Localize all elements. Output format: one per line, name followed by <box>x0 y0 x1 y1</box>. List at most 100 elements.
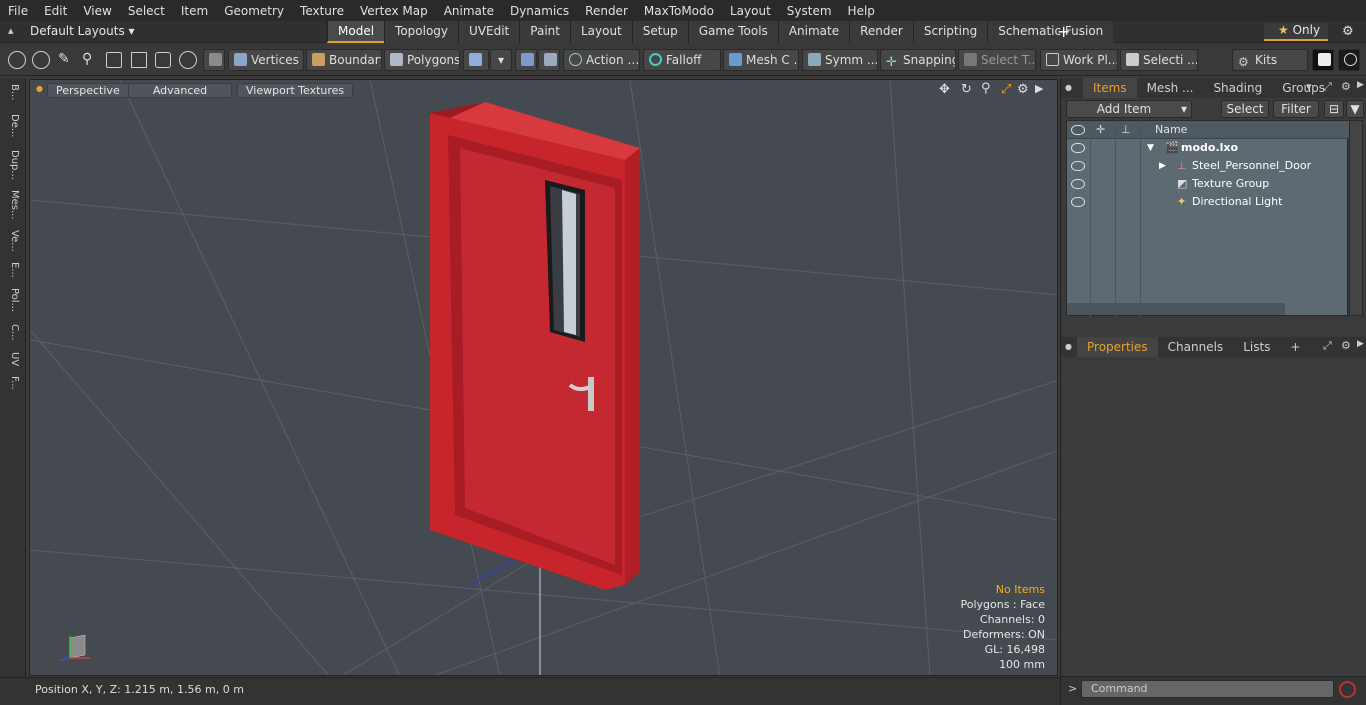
vertical-scrollbar[interactable] <box>1349 120 1363 316</box>
brush-icon[interactable]: ⚲ <box>82 51 96 69</box>
perspective-button[interactable]: Perspective <box>47 83 129 98</box>
menu-file[interactable]: File <box>0 4 36 18</box>
door-model[interactable] <box>430 102 640 590</box>
left-tab-curve[interactable]: C... <box>4 324 20 350</box>
tab-setup[interactable]: Setup <box>631 21 688 43</box>
left-tab-fusion[interactable]: F... <box>4 376 20 404</box>
add-tab-icon[interactable]: + <box>1057 22 1070 41</box>
move-view-icon[interactable]: ✥ <box>939 82 950 97</box>
menu-view[interactable]: View <box>75 4 119 18</box>
rotate-view-icon[interactable]: ↻ <box>961 82 972 97</box>
mode-dropdown[interactable]: ▾ <box>490 49 512 71</box>
mesh-mode-button[interactable] <box>203 49 225 71</box>
align-icon[interactable] <box>106 52 122 68</box>
symmetry-mode-button[interactable] <box>515 49 537 71</box>
add-item-button[interactable]: Add Item ▾ <box>1066 100 1192 118</box>
tree-row-mesh[interactable]: ▶ ⊥ Steel_Personnel_Door <box>1067 157 1349 175</box>
menu-edit[interactable]: Edit <box>36 4 75 18</box>
viewport-more-icon[interactable]: ▶ <box>1035 82 1043 95</box>
tab-mesh[interactable]: Mesh ... <box>1137 78 1204 98</box>
pen-icon[interactable]: ✎ <box>58 51 72 69</box>
left-tab-duplicate[interactable]: Dup... <box>4 150 20 188</box>
vertices-button[interactable]: Vertices <box>228 49 304 71</box>
eye-icon[interactable] <box>1071 179 1085 189</box>
panel-gear-icon[interactable]: ⚙ <box>1341 80 1351 93</box>
panel-more-icon[interactable]: ▶ <box>1357 80 1364 90</box>
menu-texture[interactable]: Texture <box>292 4 352 18</box>
3d-viewport[interactable]: ● Perspective Advanced Viewport Textures… <box>29 79 1058 676</box>
filter-button[interactable]: Filter <box>1273 100 1319 118</box>
collapse-button[interactable]: ⊟ <box>1324 100 1344 118</box>
left-tab-deform[interactable]: De... <box>4 114 20 148</box>
tab-render[interactable]: Render <box>849 21 913 43</box>
mesh-constraint-button[interactable]: Mesh C ... <box>723 49 799 71</box>
tab-scripting[interactable]: Scripting <box>912 21 988 43</box>
menu-vertex-map[interactable]: Vertex Map <box>352 4 436 18</box>
snapping-button[interactable]: ✛ Snapping <box>880 49 956 71</box>
funnel-button[interactable]: ▼ <box>1346 100 1364 118</box>
menu-select[interactable]: Select <box>120 4 173 18</box>
record-icon[interactable] <box>1339 681 1356 698</box>
left-tab-basic[interactable]: B... <box>4 84 20 110</box>
menu-geometry[interactable]: Geometry <box>216 4 292 18</box>
gear-icon[interactable]: ⚙ <box>1342 24 1354 39</box>
tab-shading[interactable]: Shading <box>1203 78 1272 98</box>
tab-topology[interactable]: Topology <box>384 21 459 43</box>
only-toggle[interactable]: ★ Only <box>1264 23 1328 41</box>
material-mode-button[interactable] <box>538 49 560 71</box>
tab-paint[interactable]: Paint <box>519 21 570 43</box>
cube-kit-button[interactable] <box>1312 49 1334 71</box>
menu-render[interactable]: Render <box>577 4 636 18</box>
maximize-view-icon[interactable]: ⤢ <box>1001 82 1011 97</box>
expand-panel-icon[interactable]: ⤢ <box>1323 80 1332 94</box>
expand-arrow-icon[interactable]: ▼ <box>1147 139 1154 157</box>
falloff-button[interactable]: Falloff <box>643 49 721 71</box>
menu-item[interactable]: Item <box>173 4 216 18</box>
zoom-view-icon[interactable]: ⚲ <box>981 81 991 96</box>
menu-system[interactable]: System <box>779 4 840 18</box>
collapsed-arrow-icon[interactable]: ▶ <box>1159 157 1166 175</box>
rotate-circle-icon[interactable] <box>179 51 197 69</box>
menu-dynamics[interactable]: Dynamics <box>502 4 577 18</box>
advanced-button[interactable]: Advanced <box>128 83 232 98</box>
action-center-button[interactable]: Action … <box>563 49 640 71</box>
tab-animate[interactable]: Animate <box>777 21 850 43</box>
command-input[interactable]: Command <box>1081 680 1334 698</box>
tab-game-tools[interactable]: Game Tools <box>687 21 778 43</box>
left-tab-edge[interactable]: E... <box>4 262 20 284</box>
boundary-button[interactable]: Boundary <box>306 49 382 71</box>
tab-lists[interactable]: Lists <box>1233 337 1280 357</box>
tab-items[interactable]: Items <box>1083 78 1137 98</box>
select-through-button[interactable]: Select T... <box>958 49 1036 71</box>
unreal-button[interactable] <box>1338 49 1360 71</box>
panel-gear-icon[interactable]: ⚙ <box>1341 339 1351 352</box>
tree-row-texture-group[interactable]: ◩ Texture Group <box>1067 175 1349 193</box>
chevron-down-icon[interactable]: ▾ <box>1306 80 1312 93</box>
left-tab-vertex[interactable]: Ve... <box>4 230 20 260</box>
polygons-button[interactable]: Polygons <box>384 49 460 71</box>
tab-layout[interactable]: Layout <box>569 21 632 43</box>
eye-icon[interactable] <box>1071 143 1085 153</box>
tree-row-scene[interactable]: ▼ 🎬 modo.lxo <box>1067 139 1349 157</box>
circle-select-icon[interactable] <box>8 51 26 69</box>
eye-icon[interactable] <box>1071 161 1085 171</box>
globe-icon[interactable] <box>32 51 50 69</box>
select-button[interactable]: Select <box>1221 100 1269 118</box>
tab-uvedit[interactable]: UVEdit <box>458 21 520 43</box>
menu-animate[interactable]: Animate <box>436 4 502 18</box>
horizontal-scrollbar[interactable] <box>1067 303 1285 315</box>
grid-snap-icon[interactable] <box>131 52 147 68</box>
work-plane-button[interactable]: Work Pl... <box>1040 49 1118 71</box>
eye-icon[interactable] <box>1071 197 1085 207</box>
layout-selector[interactable]: Default Layouts ▾ <box>30 24 135 38</box>
menu-maxtomodo[interactable]: MaxToModo <box>636 4 722 18</box>
selection-sets-button[interactable]: Selecti ... <box>1120 49 1198 71</box>
tab-model[interactable]: Model <box>327 21 385 43</box>
tree-row-light[interactable]: ✦ Directional Light <box>1067 193 1349 211</box>
frame-icon[interactable] <box>155 52 171 68</box>
tab-schematic-fusion[interactable]: Schematic Fusion <box>987 21 1114 43</box>
tab-channels[interactable]: Channels <box>1158 337 1234 357</box>
symmetry-button[interactable]: Symm ... <box>802 49 878 71</box>
left-tab-mesh[interactable]: Mes... <box>4 190 20 228</box>
left-tab-polygon[interactable]: Pol... <box>4 288 20 322</box>
